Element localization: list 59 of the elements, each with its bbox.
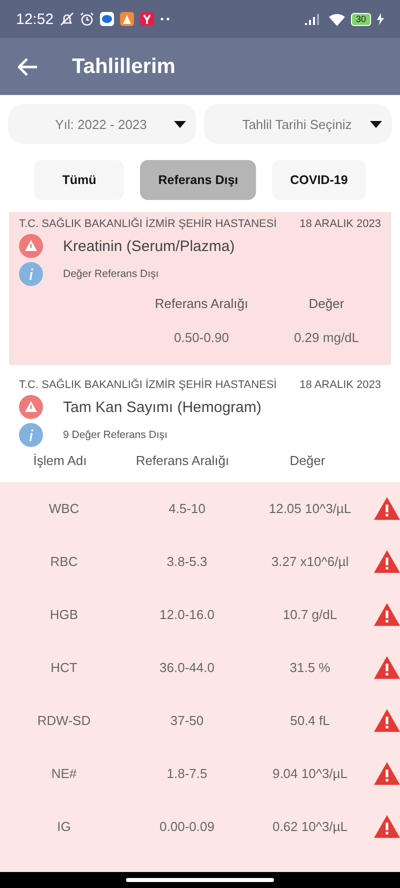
table-cell-text: 10.7 g/dL: [282, 607, 338, 622]
table-cell-text: 0.62 10^3/µL: [271, 819, 349, 834]
charging-icon: [377, 13, 384, 25]
warning-icon: [19, 395, 43, 419]
more-icon: [160, 17, 170, 21]
info-icon: [19, 262, 43, 286]
table-cell-text: 0.50-0.90: [173, 330, 230, 344]
back-arrow-icon[interactable]: [18, 58, 38, 76]
table-cell-text: 4.5-10: [168, 501, 206, 516]
table-cell-text: 31.5 %: [288, 660, 332, 675]
table-cell-text: 3.8-5.3: [166, 554, 208, 569]
table-cell-text: RDW-SD: [36, 713, 92, 728]
table-cell-text: RBC: [49, 554, 79, 569]
test-name: Kreatinin (Serum/Plazma): [63, 238, 235, 254]
table-cell-text: IG: [56, 819, 72, 834]
filter-tab[interactable]: Referans Dışı: [140, 160, 256, 200]
table-cell-text: HGB: [48, 607, 80, 622]
hospital-name: T.C. SAĞLIK BAKANLIĞI İZMİR ŞEHİR HASTANESİ: [19, 379, 277, 391]
table-cell-text: 3.27 x10^6/µl: [270, 554, 350, 569]
column-header: Değer: [308, 295, 346, 313]
screen-title: Tahlillerim: [72, 54, 176, 78]
table-cell-text: 36.0-44.0: [158, 660, 216, 675]
out-of-range-note: Değer Referans Dışı: [63, 268, 159, 280]
column-header: İşlem Adı: [32, 452, 88, 470]
filter-tab[interactable]: Tümü: [34, 160, 124, 200]
hospital-name: T.C. SAĞLIK BAKANLIĞI İZMİR ŞEHİR HASTANESİ: [19, 218, 277, 230]
test-name: Tam Kan Sayımı (Hemogram): [63, 398, 262, 416]
column-header: Referans Aralığı: [154, 295, 250, 313]
table-cell-text: 37-50: [169, 713, 205, 728]
dropdown[interactable]: Tahlil Tarihi Seçiniz: [204, 104, 392, 144]
info-icon: [19, 423, 43, 447]
out-of-range-note: 9 Değer Referans Dışı: [63, 429, 168, 441]
table-cell-text: 0.00-0.09: [158, 819, 216, 834]
dropdown[interactable]: Yıl: 2022 - 2023: [8, 104, 196, 144]
app-icon: [120, 12, 134, 26]
app-icon: [140, 12, 154, 26]
status-time: 12:52: [16, 10, 54, 28]
table-cell-text: 12.0-16.0: [158, 607, 216, 622]
result-date: 18 ARALIK 2023: [300, 379, 381, 391]
wifi-icon: [328, 12, 345, 26]
battery-icon: 30: [350, 12, 371, 26]
table-cell-text: 1.8-7.5: [166, 766, 208, 781]
column-header: Değer: [288, 452, 326, 470]
result-date: 18 ARALIK 2023: [300, 218, 381, 230]
table-cell-text: HCT: [50, 660, 78, 675]
table-cell-text: NE#: [50, 766, 78, 781]
table-cell-text: 9.04 10^3/µL: [271, 766, 349, 781]
table-cell-text: 50.4 fL: [289, 713, 331, 728]
warning-icon: [19, 234, 43, 258]
table-cell-text: 0.29 mg/dL: [292, 330, 360, 344]
caret-icon: [370, 120, 382, 128]
filter-tab[interactable]: COVID-19: [272, 160, 366, 200]
table-cell-text: 12.05 10^3/µL: [268, 501, 352, 516]
column-header: Referans Aralığı: [134, 452, 230, 470]
caret-icon: [174, 120, 186, 128]
alarm-icon: [80, 12, 94, 26]
chat-app-icon: [100, 12, 114, 26]
bell-off-icon: [60, 12, 74, 26]
table-cell-text: WBC: [48, 501, 80, 516]
